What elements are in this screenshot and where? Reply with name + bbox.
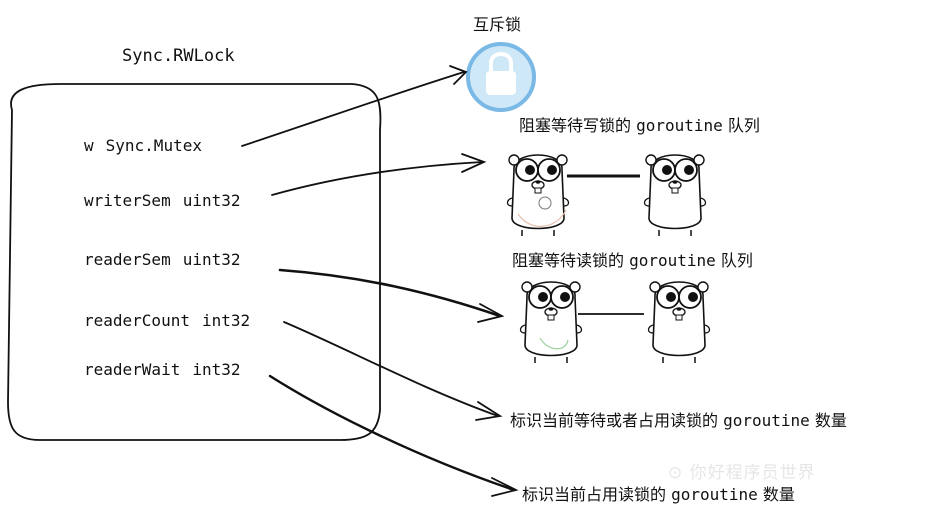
arrow-readersem-to-reader-queue [278,268,502,318]
field-type: Sync.Mutex [105,136,202,155]
writer-queue-label: 阻塞等待写锁的 goroutine 队列 [519,112,760,136]
reader-queue-label: 阻塞等待读锁的 goroutine 队列 [512,247,753,271]
arrowhead [475,401,503,421]
label-word: goroutine [723,411,810,430]
gopher-icon [519,281,583,364]
mutex-label: 互斥锁 [473,15,522,34]
field-type: int32 [192,360,241,379]
label-text: 阻塞等待读锁的 [512,251,625,270]
arrow-readerwait-to-label [268,374,516,492]
arrow-writersem-to-writer-queue [271,161,483,196]
field-name: w [84,136,94,155]
gopher-icon [506,154,570,237]
label-text: 数量 [762,485,795,504]
label-text: 数量 [814,411,847,430]
field-name: readerSem [84,250,171,269]
field-name: readerWait [84,360,181,379]
label-text: 队列 [720,251,753,270]
field-type: uint32 [182,191,241,210]
field-name: readerCount [84,311,190,330]
label-word: goroutine [636,116,723,135]
reader-count-label: 标识当前等待或者占用读锁的 goroutine 数量 [510,407,847,431]
label-word: goroutine [629,251,716,270]
field-readercount: readerCount int32 [84,311,250,330]
label-text: 阻塞等待写锁的 [519,116,632,135]
field-writersem: writerSem uint32 [84,191,241,210]
lock-icon [466,42,536,112]
field-type: int32 [201,311,251,330]
field-type: uint32 [182,250,241,269]
label-text: 队列 [727,116,760,135]
label-word: goroutine [671,485,758,504]
reader-wait-label: 标识当前占用读锁的 goroutine 数量 [522,481,795,505]
struct-title: Sync.RWLock [122,46,235,66]
gopher-icon [643,154,707,237]
field-name: writerSem [84,191,171,210]
field-readerwait: readerWait int32 [84,360,241,379]
watermark: ⊙ 你好程序员世界 [668,463,816,483]
label-text: 标识当前等待或者占用读锁的 [510,411,719,430]
field-w: w Sync.Mutex [84,136,202,155]
label-text: 标识当前占用读锁的 [522,485,667,504]
gopher-icon [647,281,711,364]
field-readersem: readerSem uint32 [84,250,241,269]
